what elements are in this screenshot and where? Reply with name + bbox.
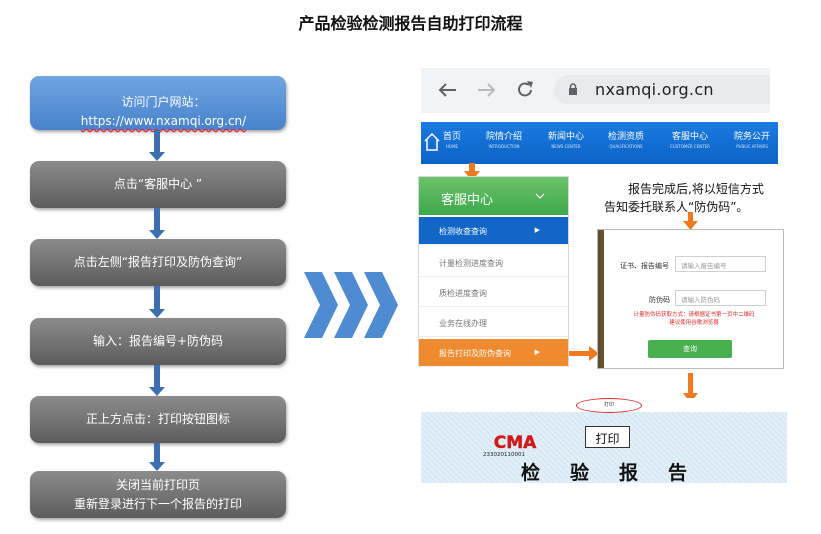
flow-arrow xyxy=(148,130,166,161)
flow-step-click-print: 正上方点击：打印按钮图标 xyxy=(30,396,286,443)
flow-step-text: 输入：报告编号+防伪码 xyxy=(92,334,224,348)
anti-counterfeit-query-form: 证书、报告编号 请输入报告编号 防伪码 请输入防伪码 计量防伪码获取方式：请根据… xyxy=(597,229,784,369)
chevron-right-icon xyxy=(364,272,398,338)
flow-step-enter-codes: 输入：报告编号+防伪码 xyxy=(30,318,286,365)
nav-item-label: 检测资质 xyxy=(607,132,644,142)
orange-arrow xyxy=(569,351,591,356)
sms-note-line: 告知委托联系人“防伪码”。 xyxy=(604,200,749,214)
form-hint-line: 计量防伪码获取方式：请根据证书第一页中二维码 xyxy=(633,312,755,318)
flow-step-text: 正上方点击：打印按钮图标 xyxy=(85,412,230,426)
flow-step-text: 关闭当前打印页 xyxy=(115,477,200,492)
highlight-ellipse xyxy=(576,398,642,413)
nav-item-qualifications[interactable]: 检测资质 QUALIFICATIONS xyxy=(601,131,651,150)
portal-url-text: https://www.nxamqi.org.cn/ xyxy=(80,114,247,128)
anti-fake-code-input[interactable]: 请输入防伪码 xyxy=(675,290,766,306)
chevron-right-icon xyxy=(334,272,368,338)
flow-step-visit-label: 访问门户网站： xyxy=(121,95,206,109)
orange-arrow xyxy=(688,373,693,395)
flow-step-text: 点击左侧“报告打印及防伪查询” xyxy=(73,255,243,269)
menu-item-quality-progress[interactable]: 质检进度查询 xyxy=(419,279,568,307)
nav-item-label: 新闻中心 xyxy=(547,132,584,142)
nav-item-sub: PUBLIC AFFAIRS xyxy=(736,144,768,149)
flow-arrow xyxy=(148,208,166,239)
flow-step-visit-portal: 访问门户网站： https://www.nxamqi.org.cn/ xyxy=(30,76,286,130)
address-bar-url: nxamqi.org.cn xyxy=(595,80,714,99)
site-nav-bar: 首页 HOME 院情介绍 INTRODUCTION 新闻中心 NEWS CENTER … xyxy=(421,122,778,164)
sms-note: 报告完成后,将以短信方式 告知委托联系人“防伪码”。 xyxy=(604,180,764,216)
nav-item-label: 院务公开 xyxy=(733,132,770,142)
menu-item-label: 质检进度查询 xyxy=(439,289,487,298)
caret-right-icon: ▶ xyxy=(534,348,540,356)
report-number-input[interactable]: 请输入报告编号 xyxy=(675,256,766,272)
cma-logo-text: CMA xyxy=(494,433,537,452)
nav-item-sub: NEWS CENTER xyxy=(551,144,581,149)
menu-item-inspection-query[interactable]: 检测收查查询 ▶ xyxy=(419,217,568,245)
query-button[interactable]: 查询 xyxy=(648,340,732,358)
flow-step-text: 点击“客服中心 ” xyxy=(113,177,203,191)
nav-item-label: 客服中心 xyxy=(671,132,708,142)
report-title: 检验报告 xyxy=(520,462,717,483)
flow-step-report-print-menu: 点击左侧“报告打印及防伪查询” xyxy=(30,239,286,286)
chevron-right-icon xyxy=(304,272,338,338)
home-icon xyxy=(424,133,440,151)
nav-item-sub: CUSTOMER CENTER xyxy=(670,144,710,149)
back-arrow-icon[interactable] xyxy=(437,82,457,98)
nav-item-introduction[interactable]: 院情介绍 INTRODUCTION xyxy=(479,131,529,150)
menu-header-label: 客服中心 xyxy=(441,193,494,208)
menu-item-report-print[interactable]: 报告打印及防伪查询 ▶ xyxy=(419,339,568,367)
reload-icon[interactable] xyxy=(516,80,534,99)
report-number-label: 证书、报告编号 xyxy=(620,262,669,270)
flow-arrow xyxy=(148,365,166,396)
customer-center-menu: 客服中心 检测收查查询 ▶ 计量检测进度查询 质检进度查询 业务在线办理 报告打印… xyxy=(418,176,569,367)
chevron-down-icon xyxy=(535,193,545,199)
caret-right-icon: ▶ xyxy=(534,226,540,234)
flow-step-close-relogin: 关闭当前打印页 重新登录进行下一个报告的打印 xyxy=(30,471,286,518)
menu-item-label: 计量检测进度查询 xyxy=(439,259,503,268)
nav-item-news[interactable]: 新闻中心 NEWS CENTER xyxy=(541,131,591,150)
menu-item-online-business[interactable]: 业务在线办理 xyxy=(419,309,568,337)
menu-item-label: 报告打印及防伪查询 xyxy=(439,349,511,358)
menu-item-label: 业务在线办理 xyxy=(439,319,487,328)
print-callout: 打印 xyxy=(585,426,630,448)
form-hint: 计量防伪码获取方式：请根据证书第一页中二维码 建议使用谷歌浏览器 xyxy=(619,311,769,327)
flow-step-text: 重新登录进行下一个报告的打印 xyxy=(73,496,242,511)
browser-toolbar: nxamqi.org.cn xyxy=(421,68,770,113)
sms-note-line: 报告完成后,将以短信方式 xyxy=(628,182,764,196)
nav-item-home[interactable]: 首页 HOME xyxy=(441,131,463,150)
flow-step-customer-center: 点击“客服中心 ” xyxy=(30,161,286,208)
flow-arrow xyxy=(148,443,166,471)
flow-arrow xyxy=(148,286,166,318)
nav-item-customer-center[interactable]: 客服中心 CUSTOMER CENTER xyxy=(662,131,718,150)
menu-header: 客服中心 xyxy=(419,177,568,215)
nav-item-sub: HOME xyxy=(445,144,459,149)
forward-arrow-icon[interactable] xyxy=(477,82,497,98)
anti-fake-code-label: 防伪码 xyxy=(649,296,670,304)
form-hint-line: 建议使用谷歌浏览器 xyxy=(669,320,719,326)
page-title: 产品检验检测报告自助打印流程 xyxy=(298,14,523,33)
nav-item-sub: INTRODUCTION xyxy=(488,144,520,149)
lock-icon xyxy=(569,83,577,95)
nav-item-public-affairs[interactable]: 院务公开 PUBLIC AFFAIRS xyxy=(727,131,777,150)
menu-item-metering-progress[interactable]: 计量检测进度查询 xyxy=(419,249,568,277)
nav-item-label: 院情介绍 xyxy=(485,132,522,142)
nav-item-label: 首页 xyxy=(442,132,461,142)
nav-item-sub: QUALIFICATIONS xyxy=(609,144,643,149)
menu-item-label: 检测收查查询 xyxy=(439,227,487,236)
cma-logo: CMA xyxy=(493,433,537,452)
